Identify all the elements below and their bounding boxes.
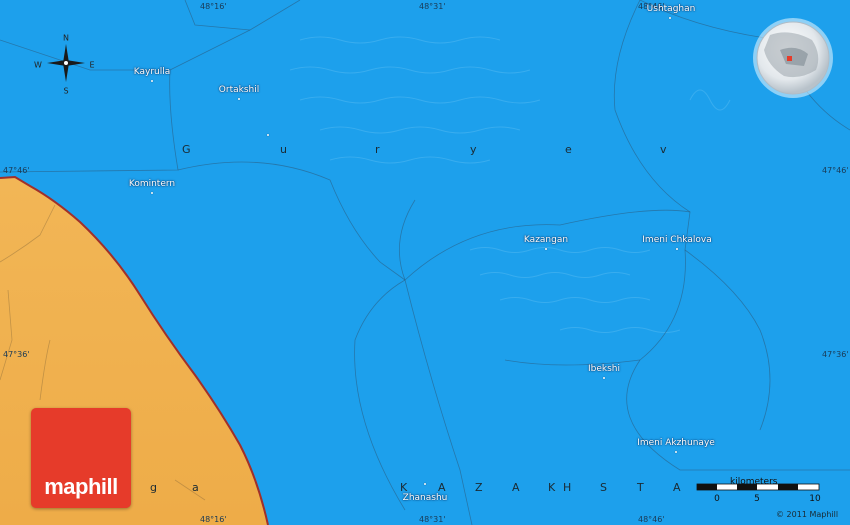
- scale-tick: 5: [754, 494, 760, 504]
- coord-bottom-1: 48°16': [200, 515, 227, 524]
- place-label[interactable]: Ortakshil: [219, 85, 259, 95]
- place-label[interactable]: Kazangan: [524, 235, 568, 245]
- region-letter: y: [470, 143, 477, 156]
- place-marker: [676, 248, 678, 250]
- place-label[interactable]: Ibekshi: [588, 364, 620, 374]
- place-label[interactable]: Ushtaghan: [647, 4, 696, 14]
- logo-text: maphill: [44, 474, 118, 499]
- coord-top-1: 48°16': [200, 2, 227, 11]
- place-marker: [675, 451, 677, 453]
- place-marker: [545, 248, 547, 250]
- region-letter: e: [565, 143, 572, 156]
- globe-locator-icon: [753, 18, 833, 98]
- scale-title: kilometers: [730, 477, 778, 487]
- coord-top-2: 48°31': [419, 2, 446, 11]
- compass-west-label: W: [34, 60, 42, 70]
- compass-east-label: E: [89, 60, 95, 70]
- region-letter: K: [400, 481, 408, 494]
- compass-south-label: S: [63, 86, 69, 96]
- coord-right-1: 47°46': [822, 166, 849, 175]
- region-letter: g: [150, 481, 157, 494]
- compass-north-label: N: [63, 33, 69, 43]
- place-marker: [151, 80, 153, 82]
- region-letter: r: [375, 143, 380, 156]
- place-marker: [669, 17, 671, 19]
- maphill-logo[interactable]: maphill: [31, 408, 131, 508]
- place-marker: [424, 483, 426, 485]
- region-letter: Z: [475, 481, 483, 494]
- region-letter: K: [548, 481, 556, 494]
- region-letter: H: [563, 481, 572, 494]
- region-letter: a: [192, 481, 199, 494]
- region-letter: T: [637, 481, 644, 494]
- region-letter: G: [182, 143, 191, 156]
- region-letter: A: [512, 481, 520, 494]
- region-letter: A: [438, 481, 446, 494]
- coord-bottom-3: 48°46': [638, 515, 665, 524]
- place-label[interactable]: Zhanashu: [403, 493, 448, 503]
- coord-left-2: 47°36': [3, 350, 30, 359]
- region-letter: S: [600, 481, 607, 494]
- place-label[interactable]: Komintern: [129, 179, 175, 189]
- region-letter: A: [673, 481, 681, 494]
- place-label[interactable]: Imeni Chkalova: [642, 235, 711, 245]
- place-marker: [151, 192, 153, 194]
- place-label[interactable]: Imeni Akzhunaye: [637, 438, 715, 448]
- region-letter: v: [660, 143, 667, 156]
- place-label[interactable]: Kayrulla: [134, 67, 171, 77]
- place-marker: [603, 377, 605, 379]
- place-marker: [238, 98, 240, 100]
- map-view[interactable]: 48°16' 48°31' 48°46' 48°16' 48°31' 48°46…: [0, 0, 850, 525]
- scale-tick: 10: [809, 494, 821, 504]
- place-marker: [267, 134, 269, 136]
- scale-tick: 0: [714, 494, 720, 504]
- region-letter: u: [280, 143, 287, 156]
- coord-left-1: 47°46': [3, 166, 30, 175]
- coord-right-2: 47°36': [822, 350, 849, 359]
- coord-bottom-2: 48°31': [419, 515, 446, 524]
- copyright-text: © 2011 Maphill: [776, 510, 839, 519]
